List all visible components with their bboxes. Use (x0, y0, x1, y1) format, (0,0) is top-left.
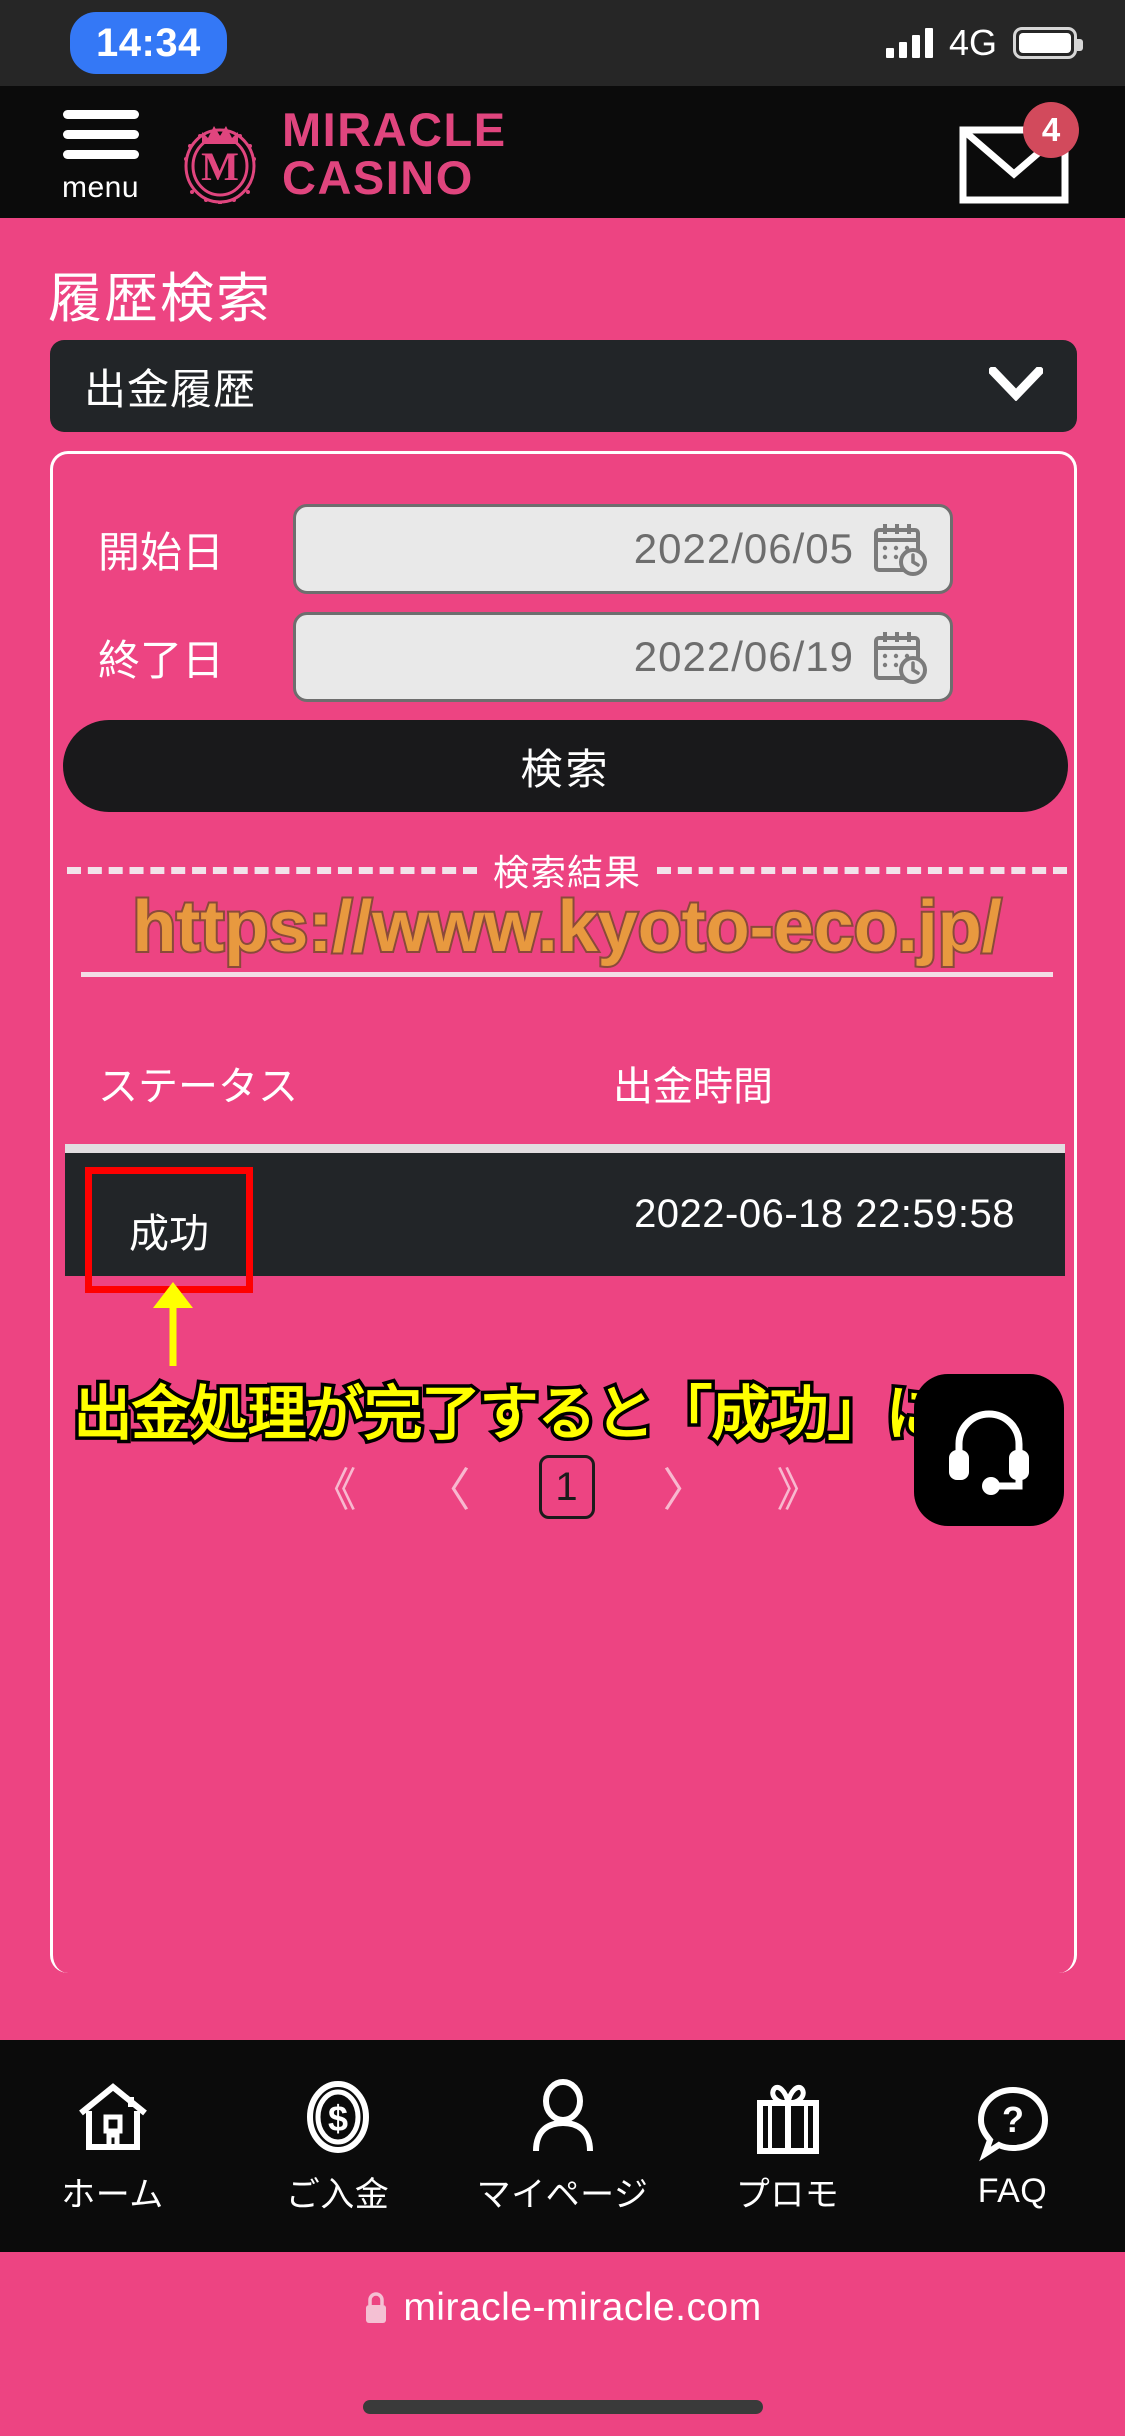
pagination-current-page[interactable]: 1 (538, 1455, 595, 1519)
withdrawal-time-value: 2022-06-18 22:59:58 (634, 1192, 1015, 1236)
status-badge: 成功 (85, 1167, 253, 1293)
messages-button[interactable]: 4 (959, 102, 1079, 204)
divider-dash-left (67, 866, 477, 874)
menu-label: menu (62, 171, 140, 204)
support-chat-button[interactable] (914, 1374, 1064, 1526)
svg-text:M: M (201, 144, 239, 189)
page-title: 履歴検索 (48, 269, 272, 329)
coin-dollar-icon: $ (306, 2080, 369, 2153)
chevron-down-icon (986, 364, 1046, 406)
watermark-url: https://www.kyoto-eco.jp/ (130, 885, 1003, 969)
nav-item-mypage[interactable]: マイページ (450, 2077, 675, 2216)
nav-item-faq[interactable]: ? FAQ (900, 2082, 1125, 2211)
site-logo[interactable]: M MIRACLE CASINO (172, 104, 507, 205)
nav-item-home[interactable]: ホーム (0, 2077, 225, 2216)
url-display[interactable]: miracle-miracle.com (0, 2286, 1125, 2330)
question-bubble-icon: ? (977, 2086, 1048, 2161)
start-date-row: 開始日 2022/06/05 (53, 504, 1074, 594)
browser-bar: miracle-miracle.com (0, 2252, 1125, 2436)
pagination-next[interactable]: 〉 (663, 1454, 709, 1520)
end-date-label: 終了日 (98, 636, 225, 684)
status-time: 14:34 (70, 12, 227, 74)
bottom-navigation: ホーム $ ご入金 マイページ プロモ ? FAQ (0, 2040, 1125, 2252)
status-indicators: 4G (885, 22, 1083, 63)
status-bar: 14:34 4G (0, 0, 1125, 86)
annotation-label: 出金処理が完了すると「成功」になる (70, 1378, 1064, 1451)
start-date-value: 2022/06/05 (633, 525, 854, 572)
hamburger-menu-icon (62, 110, 139, 119)
search-button-label: 検索 (520, 745, 611, 793)
pagination-first[interactable]: 《 (311, 1454, 357, 1520)
miracle-casino-crown-logo: M (172, 104, 268, 205)
lock-icon (366, 2292, 387, 2323)
watermark-underline (81, 972, 1053, 977)
nav-label-mypage: マイページ (476, 2175, 649, 2214)
column-header-status: ステータス (98, 1065, 298, 1109)
end-date-row: 終了日 2022/06/19 (53, 612, 1074, 702)
nav-item-promo[interactable]: プロモ (675, 2077, 900, 2216)
person-icon (532, 2078, 593, 2151)
nav-label-promo: プロモ (735, 2175, 840, 2214)
home-icon (78, 2082, 147, 2150)
start-date-label: 開始日 (98, 528, 225, 576)
nav-label-deposit: ご入金 (285, 2175, 390, 2214)
history-type-value: 出金履歴 (84, 365, 257, 413)
svg-text:$: $ (327, 2098, 347, 2139)
gift-icon (756, 2084, 819, 2154)
url-text: miracle-miracle.com (403, 2286, 762, 2329)
logo-wordmark: MIRACLE CASINO (282, 106, 507, 202)
end-date-value: 2022/06/19 (633, 633, 854, 680)
nav-label-home: ホーム (61, 2175, 164, 2214)
status-value: 成功 (129, 1212, 209, 1256)
svg-text:?: ? (1002, 2099, 1024, 2140)
headset-support-icon (949, 1410, 1029, 1495)
page-body: 履歴検索 出金履歴 開始日 2022/06/05 終了日 2022/06/19 … (0, 218, 1125, 2040)
table-row[interactable]: 成功 2022-06-18 22:59:58 (65, 1144, 1065, 1293)
home-indicator (362, 2400, 763, 2414)
arrow-up-icon (143, 1278, 203, 1373)
divider-dash-right (657, 866, 1068, 874)
logo-line-2: CASINO (282, 151, 474, 204)
start-date-input[interactable]: 2022/06/05 (293, 504, 953, 594)
column-header-time: 出金時間 (613, 1065, 773, 1109)
watermark-overlay: https://www.kyoto-eco.jp/ (67, 885, 1067, 977)
messages-badge: 4 (1023, 102, 1079, 158)
nav-label-faq: FAQ (977, 2171, 1048, 2210)
hamburger-menu-button[interactable]: menu (62, 110, 139, 203)
pagination-last[interactable]: 》 (777, 1454, 823, 1520)
nav-item-deposit[interactable]: $ ご入金 (225, 2077, 450, 2216)
phone-screen: 14:34 4G menu M MIRACLE CASINO 4 履歴検索 出金… (0, 0, 1125, 2436)
pagination-prev[interactable]: 〈 (425, 1454, 471, 1520)
results-table-header: ステータス 出金時間 (53, 1054, 1074, 1112)
calendar-clock-icon (874, 524, 927, 576)
battery-icon (1013, 27, 1083, 59)
site-header: menu M MIRACLE CASINO 4 (0, 86, 1125, 218)
history-type-select[interactable]: 出金履歴 (50, 340, 1077, 432)
end-date-input[interactable]: 2022/06/19 (293, 612, 953, 702)
calendar-clock-icon (874, 632, 927, 684)
search-button[interactable]: 検索 (63, 720, 1068, 812)
logo-line-1: MIRACLE (282, 103, 507, 157)
network-type-label: 4G (948, 22, 997, 63)
search-card: 開始日 2022/06/05 終了日 2022/06/19 検索 検索結果 ht… (50, 451, 1077, 1973)
signal-bars-icon (885, 28, 933, 58)
